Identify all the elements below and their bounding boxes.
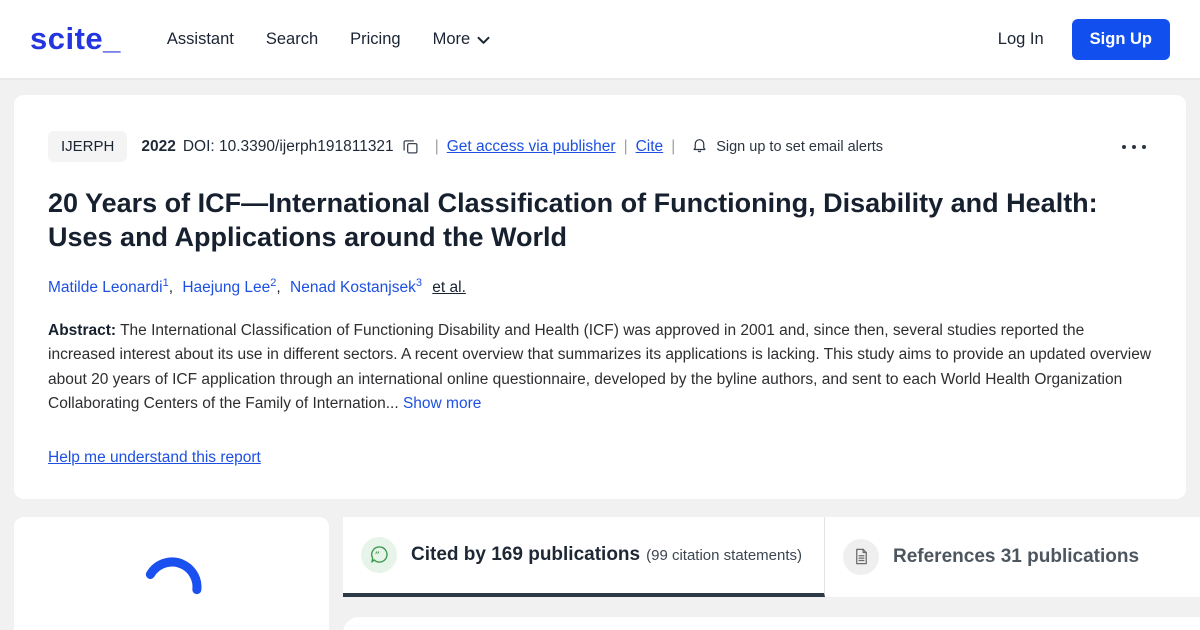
meta-separator: | [671,137,676,155]
header-actions: Log In Sign Up [998,18,1170,60]
author-affiliation-sup: 1 [162,276,169,289]
tab-cited-by[interactable]: ” Cited by 169 publications (99 citation … [343,516,825,597]
svg-text:”: ” [374,551,379,561]
top-navbar: scite_ Assistant Search Pricing More Log… [0,0,1200,80]
quote-bubble-icon: ” [361,536,397,573]
citation-statements-count: (99 citation statements) [646,546,803,564]
paper-report-card: IJERPH 2022 DOI: 10.3390/ijerph191811321… [14,95,1186,499]
chevron-down-icon [477,36,490,45]
document-icon [843,538,879,575]
overflow-menu-icon[interactable] [1116,139,1152,155]
author-link[interactable]: Matilde Leonardi [48,279,163,296]
cite-link[interactable]: Cite [636,138,664,156]
paper-title: 20 Years of ICF—International Classifica… [48,188,1098,253]
signup-button[interactable]: Sign Up [1071,18,1170,60]
citations-list-panel [343,616,1200,630]
tally-panel [14,516,329,630]
nav-item-assistant[interactable]: Assistant [167,30,234,49]
et-al-link[interactable]: et al. [432,279,466,296]
bell-icon [691,136,708,158]
get-access-link[interactable]: Get access via publisher [447,138,616,156]
author-link[interactable]: Haejung Lee [182,279,270,296]
references-label: References 31 publications [893,545,1140,567]
help-understand-link[interactable]: Help me understand this report [48,449,261,467]
loading-spinner-icon [140,555,204,630]
email-alerts-button[interactable]: Sign up to set email alerts [691,136,883,158]
publication-year: 2022 [141,137,176,155]
citation-tabs: ” Cited by 169 publications (99 citation … [343,516,1200,597]
login-link[interactable]: Log In [998,30,1044,49]
doi-text: DOI: 10.3390/ijerph191811321 [182,137,394,155]
meta-separator: | [434,137,439,155]
nav-item-search[interactable]: Search [266,30,318,49]
abstract-text: The International Classification of Func… [48,321,1152,413]
journal-badge[interactable]: IJERPH [48,131,128,162]
show-more-link[interactable]: Show more [403,395,481,412]
nav-item-pricing[interactable]: Pricing [350,30,400,49]
tab-references[interactable]: References 31 publications [825,517,1200,597]
abstract-label: Abstract: [48,321,117,339]
report-body: ” Cited by 169 publications (99 citation … [14,516,1200,630]
copy-doi-icon[interactable] [402,138,419,155]
author-affiliation-sup: 3 [415,276,422,289]
cited-by-label: Cited by 169 publications (99 citation st… [411,543,803,565]
author-link[interactable]: Nenad Kostanjsek [290,279,416,296]
paper-meta-row: IJERPH 2022 DOI: 10.3390/ijerph191811321… [48,131,1152,162]
citations-column: ” Cited by 169 publications (99 citation … [343,516,1200,630]
author-list: Matilde Leonardi1, Haejung Lee2, Nenad K… [48,276,466,296]
scite-logo[interactable]: scite_ [30,21,121,57]
nav-item-more[interactable]: More [433,30,491,49]
main-nav: Assistant Search Pricing More [167,30,490,49]
meta-separator: | [623,137,628,155]
abstract-paragraph: Abstract: The International Classificati… [48,319,1152,417]
